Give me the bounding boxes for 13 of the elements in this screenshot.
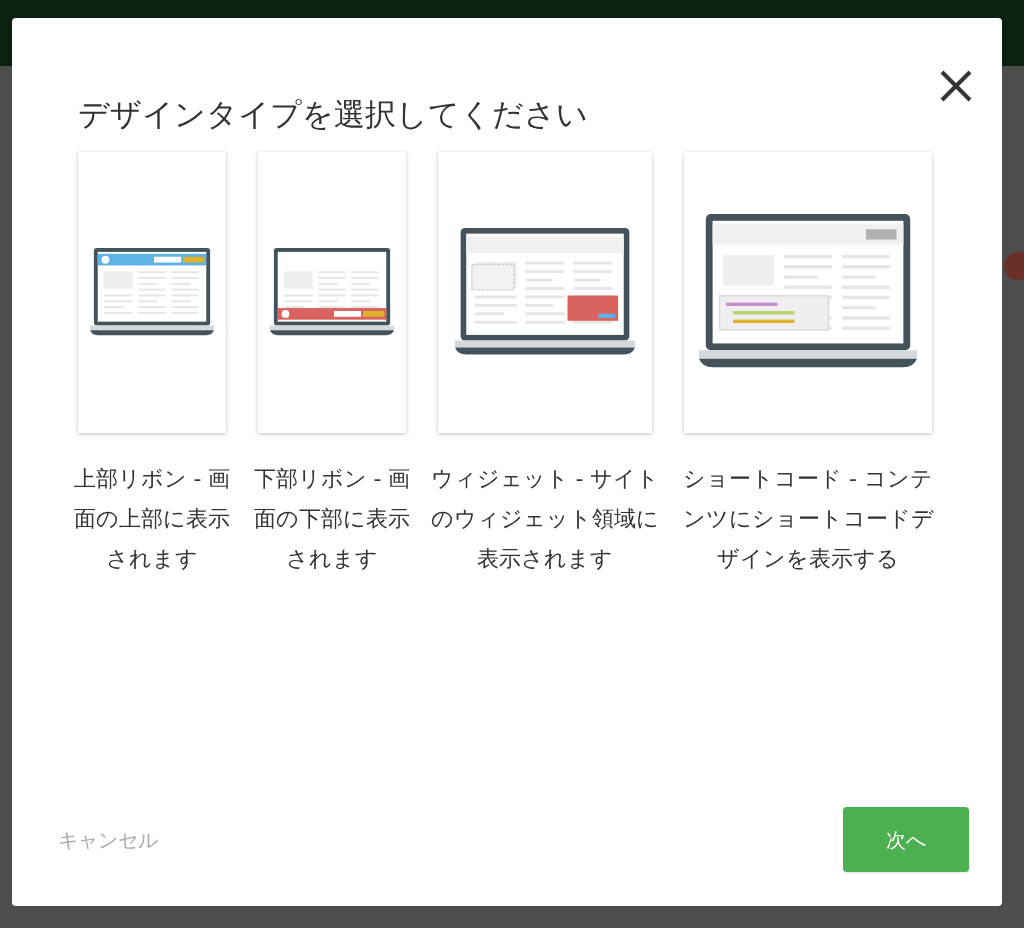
design-option-card[interactable] (684, 152, 932, 433)
design-option-card[interactable] (438, 152, 652, 433)
dialog-title: デザインタイプを選択してください (78, 95, 588, 134)
option-caption: 上部リボン - 画面の上部に表示されます (72, 465, 232, 573)
close-button[interactable] (938, 68, 974, 104)
close-icon (939, 69, 973, 103)
design-option-card[interactable] (78, 152, 226, 433)
cancel-button[interactable]: キャンセル (58, 824, 158, 855)
design-option-card[interactable] (258, 152, 406, 433)
next-button[interactable]: 次へ (843, 807, 969, 872)
option-caption: ウィジェット - サイトのウィジェット領域に表示されます (429, 465, 661, 573)
option-caption: 下部リボン - 画面の下部に表示されます (252, 465, 412, 573)
option-caption: ショートコード - コンテンツにショートコードデザインを表示する (681, 465, 935, 573)
